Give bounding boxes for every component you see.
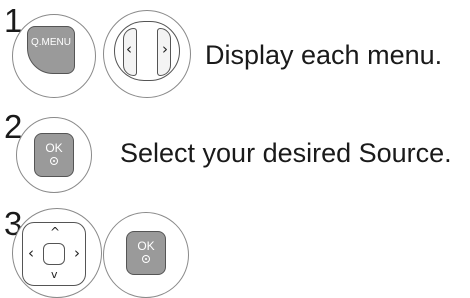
step-2-text: Select your desired Source.: [120, 138, 452, 168]
down-arrow-icon: v: [51, 268, 58, 281]
right-arrow-icon: ›: [74, 244, 80, 262]
ok-dot-icon: [142, 255, 150, 263]
ok-button-label: OK: [137, 239, 155, 253]
ok-dot-icon: [50, 157, 58, 165]
ok-button-step-2[interactable]: OK: [34, 133, 74, 177]
qmenu-button-label: Q.MENU: [31, 37, 71, 48]
dpad-center-button[interactable]: [43, 243, 65, 265]
step-1-text: Display each menu.: [205, 40, 443, 70]
left-right-arrow-button[interactable]: ‹ ›: [114, 21, 180, 81]
left-arrow-icon: ‹: [126, 40, 132, 58]
qmenu-button[interactable]: Q.MENU: [27, 26, 75, 74]
ok-button-step-3[interactable]: OK: [126, 231, 166, 275]
dpad-navigation-button[interactable]: ^ v ‹ ›: [22, 222, 86, 286]
left-arrow-icon: ‹: [28, 244, 34, 262]
up-arrow-icon: ^: [50, 225, 61, 239]
right-arrow-icon: ›: [162, 40, 168, 58]
ok-button-label: OK: [45, 141, 63, 155]
